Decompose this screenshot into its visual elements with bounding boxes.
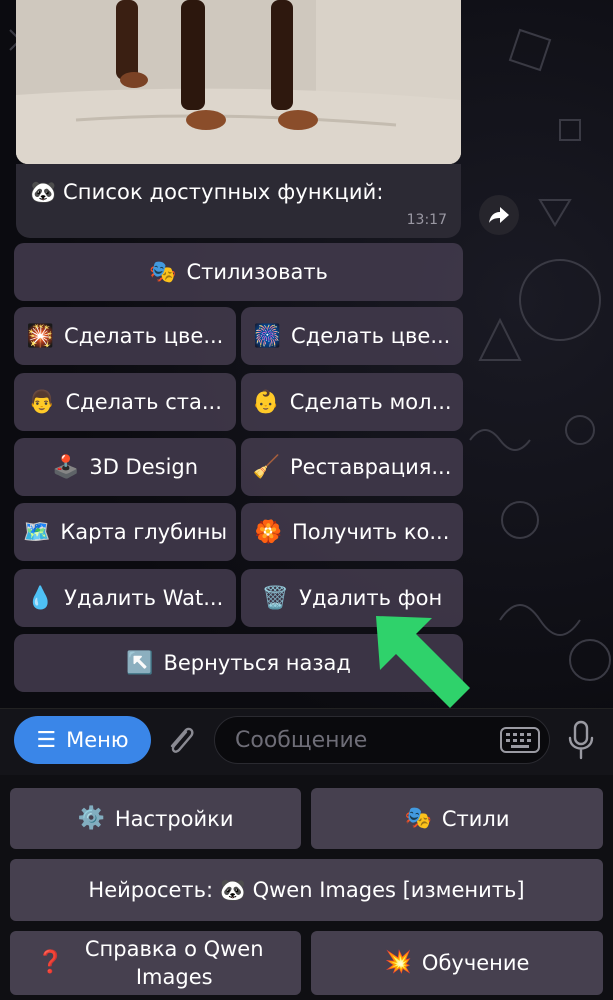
- highlight-arrow-icon: [376, 616, 470, 708]
- forward-button[interactable]: [479, 195, 519, 235]
- joystick-icon: 🕹️: [51, 454, 80, 480]
- inline-button-label: Получить ко...: [292, 520, 450, 544]
- message-time: 13:17: [406, 212, 447, 228]
- gear-icon: ⚙️: [77, 805, 105, 831]
- reply-button-settings[interactable]: ⚙️ Настройки: [10, 788, 301, 849]
- inline-button-label: Карта глубины: [60, 520, 228, 544]
- reply-button-training[interactable]: 💥 Обучение: [311, 931, 603, 995]
- inline-button-label: Сделать ста...: [65, 390, 222, 414]
- reply-button-label: Настройки: [114, 806, 234, 831]
- inline-button-label: Сделать цве...: [291, 324, 451, 348]
- inline-button-label: Реставрация...: [289, 455, 452, 479]
- reply-button-label: Стили: [441, 806, 510, 831]
- message-bubble: 🐼 Список доступных функций: 13:17: [16, 164, 461, 238]
- inline-button-label: Сделать цве...: [64, 324, 224, 348]
- message-photo[interactable]: [16, 0, 461, 164]
- reply-button-label: Обучение: [421, 951, 530, 975]
- question-mark-icon: ❓: [36, 950, 65, 975]
- theater-masks-icon: 🎭: [404, 805, 432, 831]
- old-man-icon: 👨: [28, 389, 56, 415]
- reply-button-label: Нейросеть: 🐼 Qwen Images [изменить]: [88, 878, 525, 902]
- menu-button[interactable]: ☰ Меню: [14, 716, 151, 764]
- broom-icon: 🧹: [252, 454, 280, 480]
- message-text: 🐼 Список доступных функций:: [30, 180, 384, 204]
- inline-button-3d-design[interactable]: 🕹️ 3D Design: [14, 438, 236, 496]
- up-left-arrow-icon: ↖️: [126, 650, 154, 676]
- trash-can-icon: 🗑️: [261, 585, 290, 611]
- reply-button-help[interactable]: ❓ Справка о Qwen Images: [10, 931, 301, 995]
- inline-button-label: 3D Design: [89, 455, 199, 479]
- droplet-icon: 💧: [26, 585, 55, 611]
- inline-button-get-co[interactable]: 🏵️ Получить ко...: [241, 503, 463, 561]
- inline-button-restoration[interactable]: 🧹 Реставрация...: [241, 438, 463, 496]
- attach-paperclip-icon[interactable]: [160, 722, 200, 762]
- message-input-placeholder: Сообщение: [235, 727, 368, 753]
- inline-button-colorize-2[interactable]: 🎆 Сделать цве...: [241, 307, 463, 365]
- inline-button-label: Сделать мол...: [289, 390, 452, 414]
- collision-icon: 💥: [384, 950, 412, 975]
- rosette-icon: 🏵️: [254, 519, 282, 545]
- baby-icon: 👶: [252, 389, 280, 415]
- reply-button-neural-network[interactable]: Нейросеть: 🐼 Qwen Images [изменить]: [10, 859, 603, 921]
- inline-button-remove-watermark[interactable]: 💧 Удалить Wat...: [14, 569, 236, 627]
- hamburger-icon: ☰: [36, 727, 57, 753]
- inline-button-colorize-1[interactable]: 🎇 Сделать цве...: [14, 307, 236, 365]
- reply-button-styles[interactable]: 🎭 Стили: [311, 788, 603, 849]
- inline-button-label: Удалить фон: [299, 586, 443, 610]
- sparkler-icon: 🎇: [26, 323, 55, 349]
- theater-masks-icon: 🎭: [149, 259, 177, 285]
- inline-button-make-younger[interactable]: 👶 Сделать мол...: [241, 373, 463, 431]
- reply-button-label: Справка о Qwen Images: [84, 937, 264, 989]
- inline-button-label: Удалить Wat...: [64, 586, 224, 610]
- fireworks-icon: 🎆: [253, 323, 282, 349]
- inline-button-label: Стилизовать: [186, 260, 328, 284]
- inline-button-stylize[interactable]: 🎭 Стилизовать: [14, 243, 463, 301]
- keyboard-icon[interactable]: [500, 727, 540, 753]
- share-arrow-icon: [489, 207, 509, 223]
- menu-button-label: Меню: [66, 728, 129, 752]
- inline-button-label: Вернуться назад: [163, 651, 351, 675]
- dog-photo-image: [16, 0, 461, 164]
- inline-button-depth-map[interactable]: 🗺️ Карта глубины: [14, 503, 236, 561]
- map-icon: 🗺️: [22, 519, 51, 545]
- microphone-icon[interactable]: [566, 720, 596, 760]
- inline-button-make-older[interactable]: 👨 Сделать ста...: [14, 373, 236, 431]
